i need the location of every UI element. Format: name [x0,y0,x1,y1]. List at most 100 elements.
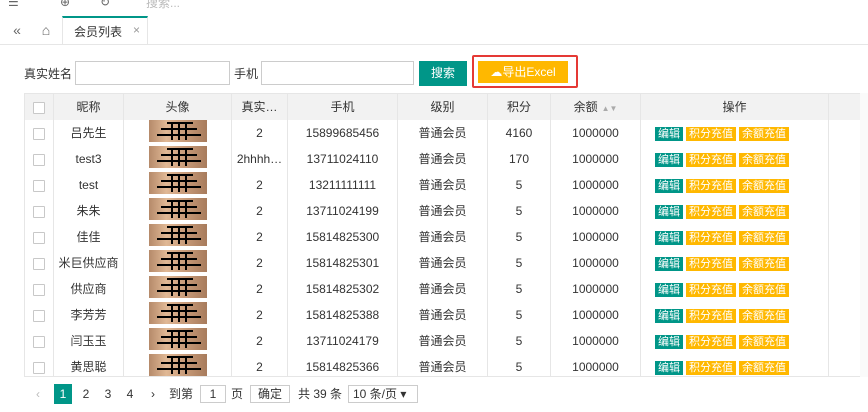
cell-level: 普通会员 [398,172,488,198]
avatar[interactable] [148,250,207,272]
table-row[interactable]: 朱朱 2 13711024199 普通会员 5 1000000 编辑 积分充值 余额充值 [25,198,867,225]
points-recharge-button[interactable]: 积分充值 [686,178,736,193]
edit-button[interactable]: 编辑 [655,230,683,245]
edit-button[interactable]: 编辑 [655,178,683,193]
col-phone[interactable]: 手机 [288,94,398,120]
cell-level: 普通会员 [398,302,488,328]
points-recharge-button[interactable]: 积分充值 [686,256,736,271]
edit-button[interactable]: 编辑 [655,308,683,323]
points-recharge-button[interactable]: 积分充值 [686,282,736,297]
edit-button[interactable]: 编辑 [655,360,683,375]
next-page-icon[interactable]: › [147,384,159,404]
goto-page-input[interactable]: 1 [200,385,226,403]
page-3[interactable]: 3 [101,384,115,404]
avatar[interactable] [148,224,207,246]
balance-recharge-button[interactable]: 余额充值 [739,152,789,167]
table-row[interactable]: 米巨供应商 2 15814825301 普通会员 5 1000000 编辑 积分充值 余额充值 [25,250,867,277]
edit-button[interactable]: 编辑 [655,126,683,141]
points-recharge-button[interactable]: 积分充值 [686,230,736,245]
tabs-left-icon[interactable]: « [2,16,32,44]
realname-input[interactable] [75,61,230,85]
points-recharge-button[interactable]: 积分充值 [686,126,736,141]
tab-close-icon[interactable]: × [133,23,140,37]
table-row[interactable]: test 2 13211111111 普通会员 5 1000000 编辑 积分充值 余额充值 [25,172,867,199]
col-avatar[interactable]: 头像 [124,94,232,120]
cell-avatar [124,328,232,354]
points-recharge-button[interactable]: 积分充值 [686,360,736,375]
avatar[interactable] [148,198,207,220]
export-excel-button[interactable]: ☁导出Excel [478,61,568,83]
edit-button[interactable]: 编辑 [655,204,683,219]
row-checkbox[interactable] [33,127,45,140]
tab-member-list[interactable]: 会员列表 × [62,16,148,44]
table-row[interactable]: 李芳芳 2 15814825388 普通会员 5 1000000 编辑 积分充值 余额充值 [25,302,867,329]
avatar[interactable] [148,172,207,194]
cell-phone: 15899685456 [288,120,398,146]
row-checkbox[interactable] [33,257,45,270]
avatar[interactable] [148,354,207,376]
row-checkbox[interactable] [33,153,45,166]
sort-icon[interactable]: ▲▼ [602,104,618,113]
refresh-icon[interactable]: ↻ [100,0,110,9]
table-row[interactable]: 佳佳 2 15814825300 普通会员 5 1000000 编辑 积分充值 余额充值 [25,224,867,251]
avatar[interactable] [148,120,207,142]
balance-recharge-button[interactable]: 余额充值 [739,230,789,245]
edit-button[interactable]: 编辑 [655,282,683,297]
points-recharge-button[interactable]: 积分充值 [686,308,736,323]
prev-page-icon[interactable]: ‹ [32,384,44,404]
col-balance-label: 余额 [573,100,598,114]
cell-realname: 2 [232,354,288,376]
avatar[interactable] [148,146,207,168]
page-2[interactable]: 2 [79,384,93,404]
row-checkbox[interactable] [33,283,45,296]
table-row[interactable]: test3 2hhhh… 13711024110 普通会员 170 1000000 编辑 积分… [25,146,867,173]
avatar[interactable] [148,328,207,350]
col-level[interactable]: 级别 [398,94,488,120]
menu-icon[interactable]: ☰ [8,0,19,9]
cell-points: 5 [488,224,551,250]
edit-button[interactable]: 编辑 [655,334,683,349]
balance-recharge-button[interactable]: 余额充值 [739,204,789,219]
avatar[interactable] [148,276,207,298]
globe-icon[interactable]: ⊕ [60,0,70,9]
edit-button[interactable]: 编辑 [655,256,683,271]
balance-recharge-button[interactable]: 余额充值 [739,178,789,193]
edit-button[interactable]: 编辑 [655,152,683,167]
row-checkbox[interactable] [33,231,45,244]
col-nickname[interactable]: 昵称 [54,94,124,120]
row-checkbox[interactable] [33,335,45,348]
table-row[interactable]: 闫玉玉 2 13711024179 普通会员 5 1000000 编辑 积分充值 余额充值 [25,328,867,355]
phone-input[interactable] [261,61,414,85]
points-recharge-button[interactable]: 积分充值 [686,334,736,349]
balance-recharge-button[interactable]: 余额充值 [739,256,789,271]
row-checkbox[interactable] [33,361,45,374]
page-4[interactable]: 4 [123,384,137,404]
table-row[interactable]: 吕先生 2 15899685456 普通会员 4160 1000000 编辑 积分充值 余额充值 [25,120,867,147]
page-1[interactable]: 1 [54,384,72,404]
balance-recharge-button[interactable]: 余额充值 [739,334,789,349]
goto-confirm-button[interactable]: 确定 [250,385,290,403]
balance-recharge-button[interactable]: 余额充值 [739,308,789,323]
balance-recharge-button[interactable]: 余额充值 [739,126,789,141]
avatar[interactable] [148,302,207,324]
table-row[interactable]: 供应商 2 15814825302 普通会员 5 1000000 编辑 积分充值 余额充值 [25,276,867,303]
row-checkbox[interactable] [33,179,45,192]
search-hint[interactable]: 搜索... [146,0,180,11]
select-all-checkbox[interactable] [33,101,45,114]
search-button[interactable]: 搜索 [419,61,467,86]
table-row[interactable]: 黄思聪 2 15814825366 普通会员 5 1000000 编辑 积分充值 余额充值 [25,354,867,376]
col-actions[interactable]: 操作 [641,94,829,120]
table-scrollbar[interactable] [860,93,868,377]
points-recharge-button[interactable]: 积分充值 [686,152,736,167]
balance-recharge-button[interactable]: 余额充值 [739,282,789,297]
points-recharge-button[interactable]: 积分充值 [686,204,736,219]
balance-recharge-button[interactable]: 余额充值 [739,360,789,375]
home-icon[interactable]: ⌂ [31,16,61,44]
cell-realname: 2 [232,172,288,198]
row-checkbox[interactable] [33,205,45,218]
col-points[interactable]: 积分 [488,94,551,120]
col-balance[interactable]: 余额 ▲▼ [551,94,641,120]
page-size-select[interactable]: 10 条/页 ▾ [348,385,418,403]
row-checkbox[interactable] [33,309,45,322]
col-realname[interactable]: 真实… [232,94,288,120]
